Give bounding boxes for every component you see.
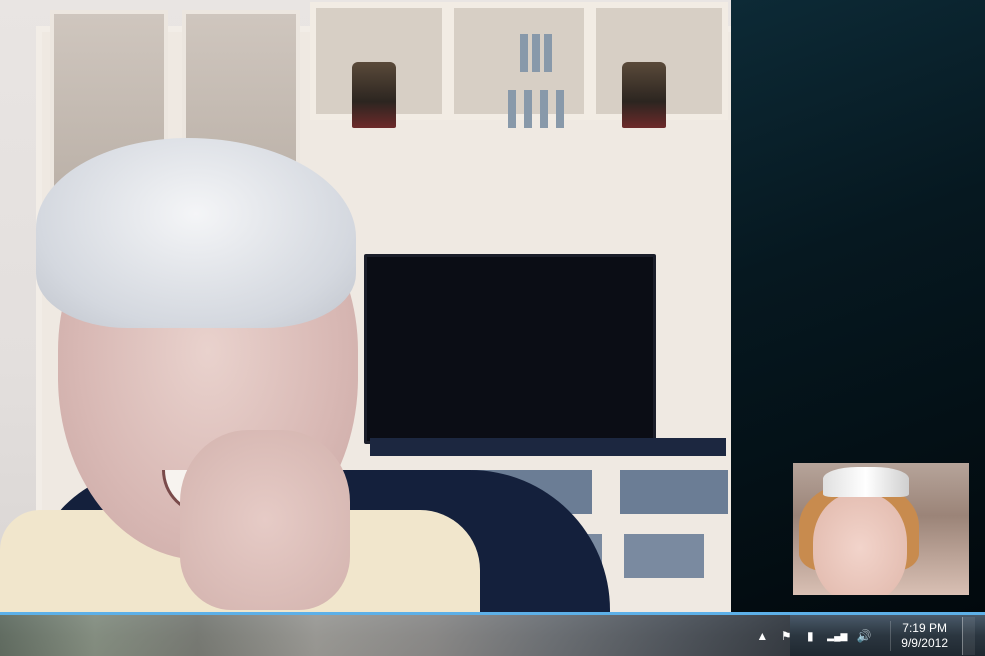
background-cubby	[448, 2, 590, 120]
self-view-thumbnail[interactable]	[793, 463, 969, 595]
taskbar-window-thumbnails[interactable]	[0, 615, 790, 656]
background-media	[620, 470, 728, 514]
background-bottle	[622, 62, 666, 128]
taskbar-clock[interactable]: 7:19 PM 9/9/2012	[890, 620, 954, 651]
background-cd	[540, 90, 548, 128]
volume-icon[interactable]: 🔊	[856, 628, 872, 644]
remote-video-feed[interactable]	[0, 0, 731, 612]
action-center-flag-icon[interactable]: ⚑	[778, 628, 794, 644]
self-view-face	[813, 493, 907, 595]
clock-date: 9/9/2012	[901, 635, 948, 650]
background-cd	[524, 90, 532, 128]
taskbar: ▲ ⚑ ▮ ▂▄▆ 🔊 7:19 PM 9/9/2012	[0, 612, 985, 656]
clock-time: 7:19 PM	[902, 620, 947, 635]
background-tv-stand	[370, 438, 726, 458]
background-media	[624, 534, 704, 578]
background-television	[364, 254, 656, 444]
show-desktop-button[interactable]	[962, 616, 975, 655]
show-hidden-icons[interactable]: ▲	[754, 628, 770, 644]
background-cd	[508, 90, 516, 128]
person-hand	[180, 430, 350, 610]
background-cd	[544, 34, 552, 72]
background-cd	[532, 34, 540, 72]
network-signal-icon[interactable]: ▂▄▆	[826, 628, 848, 644]
background-cd	[520, 34, 528, 72]
system-tray: ▲ ⚑ ▮ ▂▄▆ 🔊 7:19 PM 9/9/2012	[754, 615, 985, 656]
battery-icon[interactable]: ▮	[802, 628, 818, 644]
background-cd	[556, 90, 564, 128]
self-view-tiara	[823, 467, 909, 497]
background-bottle	[352, 62, 396, 128]
